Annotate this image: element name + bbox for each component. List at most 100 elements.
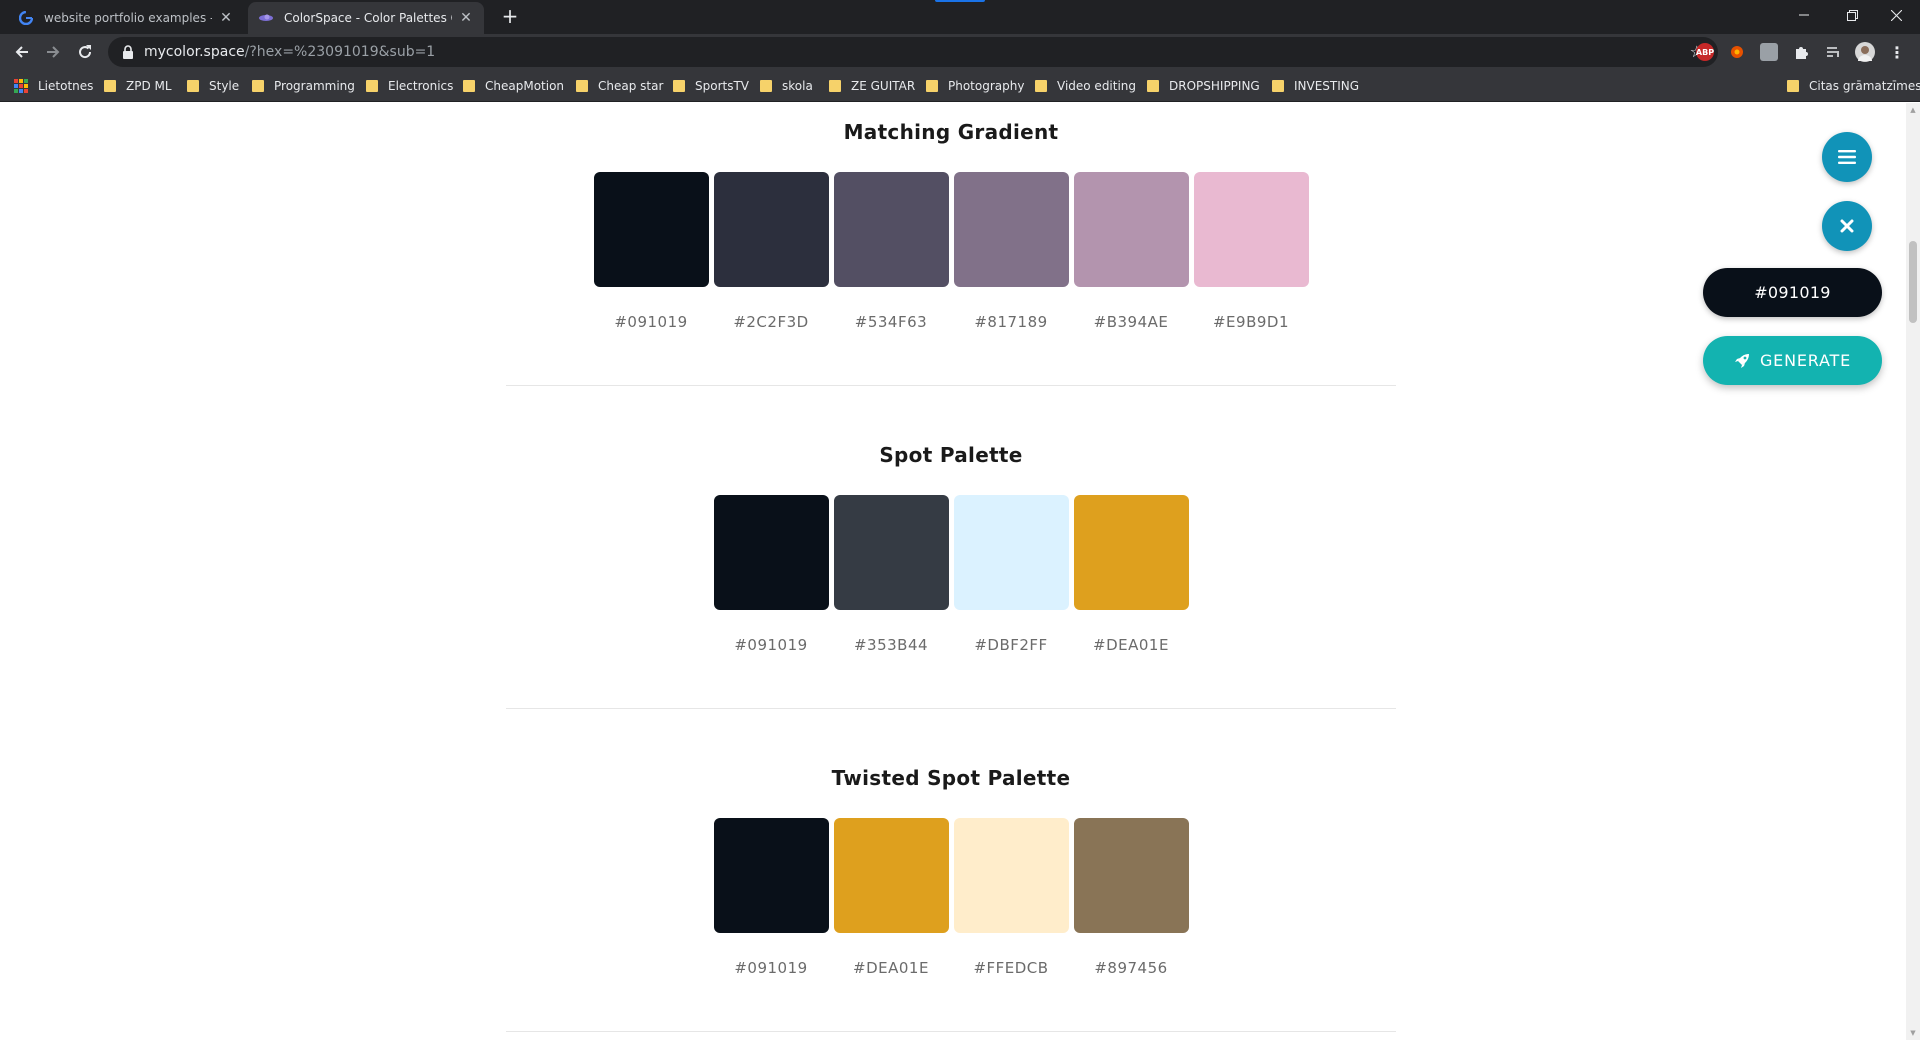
bookmark-label: Cheap star: [598, 79, 664, 93]
hex-label: #DBF2FF: [974, 636, 1048, 654]
bookmark-folder[interactable]: Photography: [926, 78, 1024, 94]
puzzle-icon[interactable]: [1792, 43, 1810, 61]
restore-icon[interactable]: [1830, 0, 1874, 30]
lock-icon: [123, 45, 133, 59]
bookmark-folder[interactable]: Programming: [252, 78, 355, 94]
swatch-item[interactable]: #091019: [593, 172, 709, 331]
bookmark-folder[interactable]: Cheap star: [576, 78, 663, 94]
swatch-item[interactable]: #E9B9D1: [1193, 172, 1309, 331]
hex-label: #091019: [734, 636, 808, 654]
minimize-icon[interactable]: [1782, 0, 1826, 30]
swatch-item[interactable]: #2C2F3D: [713, 172, 829, 331]
hex-label: #091019: [614, 313, 688, 331]
honey-icon[interactable]: [1728, 43, 1746, 61]
page-scrollbar[interactable]: ▲ ▼: [1906, 103, 1920, 1040]
swatch-item[interactable]: #817189: [953, 172, 1069, 331]
bookmark-folder[interactable]: SportsTV: [673, 78, 749, 94]
close-tab-icon[interactable]: ✕: [458, 10, 474, 26]
color-swatch[interactable]: [713, 818, 829, 933]
palette-title: Spot Palette: [879, 443, 1023, 467]
google-icon: [18, 10, 34, 26]
scroll-up-icon[interactable]: ▲: [1909, 106, 1917, 114]
bookmark-folder[interactable]: CheapMotion: [463, 78, 564, 94]
color-swatch[interactable]: [953, 495, 1069, 610]
bookmark-folder[interactable]: INVESTING: [1272, 78, 1359, 94]
color-swatch[interactable]: [833, 495, 949, 610]
bookmark-label: Video editing: [1057, 79, 1137, 93]
color-swatch[interactable]: [1073, 818, 1189, 933]
scroll-thumb[interactable]: [1909, 241, 1917, 323]
bookmark-folder[interactable]: DROPSHIPPING: [1147, 78, 1260, 94]
other-bookmarks[interactable]: Citas grāmatzīmes: [1787, 78, 1920, 94]
reload-icon[interactable]: [73, 40, 97, 64]
swatch-item[interactable]: #534F63: [833, 172, 949, 331]
color-swatch[interactable]: [953, 172, 1069, 287]
swatch-item[interactable]: #DBF2FF: [953, 495, 1069, 654]
swatch-item[interactable]: #897456: [1073, 818, 1189, 977]
new-tab-button[interactable]: +: [498, 5, 522, 29]
swatch-row: #091019 #2C2F3D #534F63 #817189 #B394AE …: [506, 172, 1396, 331]
folder-icon: [829, 80, 841, 92]
swatch-item[interactable]: #091019: [713, 818, 829, 977]
swatch-item[interactable]: #DEA01E: [1073, 495, 1189, 654]
folder-icon: [760, 80, 772, 92]
tab-colorspace[interactable]: ColorSpace - Color Palettes Gene ✕: [248, 2, 484, 34]
color-swatch[interactable]: [593, 172, 709, 287]
menu-button[interactable]: [1822, 132, 1872, 182]
tab-title: ColorSpace - Color Palettes Gene: [284, 11, 452, 25]
current-hex-input[interactable]: #091019: [1703, 268, 1882, 317]
color-swatch[interactable]: [1073, 495, 1189, 610]
folder-icon: [366, 80, 378, 92]
hex-label: #DEA01E: [853, 959, 929, 977]
color-swatch[interactable]: [713, 495, 829, 610]
swatch-item[interactable]: #091019: [713, 495, 829, 654]
bookmark-folder[interactable]: ZE GUITAR: [829, 78, 915, 94]
media-icon[interactable]: [1824, 43, 1842, 61]
swatch-item[interactable]: #DEA01E: [833, 818, 949, 977]
folder-icon: [576, 80, 588, 92]
hex-label: #353B44: [853, 636, 929, 654]
close-tab-icon[interactable]: ✕: [218, 10, 234, 26]
hex-label: #B394AE: [1093, 313, 1169, 331]
section-divider: [506, 1031, 1396, 1032]
swatch-item[interactable]: #FFEDCB: [953, 818, 1069, 977]
hex-label: #2C2F3D: [733, 313, 809, 331]
bookmark-folder[interactable]: Style: [187, 78, 239, 94]
swatch-item[interactable]: #B394AE: [1073, 172, 1189, 331]
color-swatch[interactable]: [953, 818, 1069, 933]
bookmark-folder[interactable]: Electronics: [366, 78, 453, 94]
bookmark-folder[interactable]: Video editing: [1035, 78, 1136, 94]
hex-label: #E9B9D1: [1212, 313, 1290, 331]
folder-icon: [252, 80, 264, 92]
window-close-icon[interactable]: [1874, 0, 1918, 30]
bookmark-folder[interactable]: ZPD ML: [104, 78, 172, 94]
folder-icon: [1272, 80, 1284, 92]
swatch-item[interactable]: #353B44: [833, 495, 949, 654]
hex-label: #DEA01E: [1093, 636, 1169, 654]
bookmark-label: ZPD ML: [126, 79, 172, 93]
color-swatch[interactable]: [713, 172, 829, 287]
more-menu-icon[interactable]: ⋮: [1888, 43, 1906, 62]
abp-icon[interactable]: ABP: [1696, 43, 1714, 61]
hex-label: #091019: [734, 959, 808, 977]
rocket-icon: [1734, 353, 1749, 368]
hex-label: #897456: [1094, 959, 1168, 977]
bookmark-label: SportsTV: [695, 79, 750, 93]
profile-avatar[interactable]: [1855, 42, 1875, 62]
close-button[interactable]: [1822, 201, 1872, 251]
scroll-down-icon[interactable]: ▼: [1909, 1029, 1917, 1037]
color-swatch[interactable]: [1073, 172, 1189, 287]
address-bar[interactable]: mycolor.space/?hex=%23091019&sub=1 ☆: [108, 37, 1718, 67]
bookmark-folder[interactable]: skola: [760, 78, 813, 94]
tab-google-search[interactable]: website portfolio examples - Goo ✕: [8, 2, 244, 34]
forward-icon[interactable]: [41, 40, 65, 64]
color-swatch[interactable]: [833, 818, 949, 933]
colorspace-icon: [258, 10, 274, 26]
generate-button[interactable]: GENERATE: [1703, 336, 1882, 385]
back-icon[interactable]: [10, 40, 34, 64]
color-swatch[interactable]: [1193, 172, 1309, 287]
extension-icon[interactable]: [1760, 43, 1778, 61]
bookmark-apps[interactable]: Lietotnes: [14, 78, 93, 94]
tab-strip: website portfolio examples - Goo ✕ Color…: [0, 0, 1920, 34]
color-swatch[interactable]: [833, 172, 949, 287]
